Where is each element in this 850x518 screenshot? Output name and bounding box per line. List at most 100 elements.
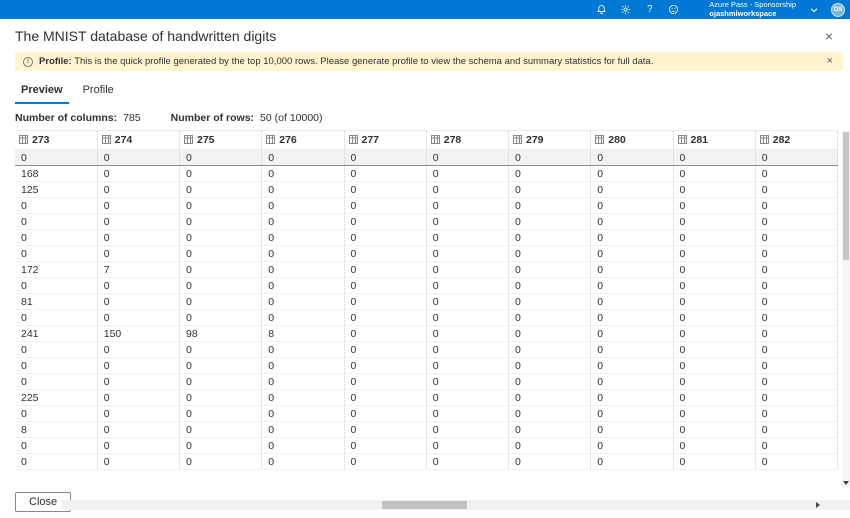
horizontal-scrollbar[interactable] [62,500,850,510]
panel-close-icon[interactable]: × [823,29,835,43]
table-cell: 0 [673,437,756,454]
table-cell: 0 [673,213,756,230]
table-cell: 0 [590,437,674,454]
table-cell: 0 [179,309,263,326]
table-cell: 0 [15,277,98,294]
table-cell: 0 [426,325,510,342]
tab-preview[interactable]: Preview [15,81,69,104]
table-row[interactable]: 0000000000 [15,437,839,454]
help-icon[interactable]: ? [643,3,656,16]
column-header[interactable]: 280 [590,130,674,150]
table-cell: 0 [590,213,674,230]
table-cell: 0 [755,181,839,198]
scroll-down-button[interactable] [842,478,850,488]
table-row[interactable]: 0000000000 [15,357,839,374]
table-cell: 0 [97,437,181,454]
column-header[interactable]: 276 [261,130,345,150]
column-header[interactable]: 278 [426,130,510,150]
topbar: ? Azure Pass - Sponsorship ojashmlworksp… [0,0,850,19]
chevron-down-icon[interactable] [807,3,820,16]
table-cell: 0 [673,149,756,166]
table-cell: 0 [590,149,674,166]
column-header[interactable]: 277 [344,130,427,150]
table-cell: 0 [97,181,181,198]
table-cell: 0 [261,245,345,262]
column-header[interactable]: 273 [15,130,98,150]
column-header-label: 282 [772,134,791,146]
table-row[interactable]: 168 0 0 0 0 0 0 0 0 0 [15,165,839,182]
table-cell: 0 [508,277,592,294]
table-row[interactable]: 0000000000 [15,453,839,470]
table-row[interactable]: 81 0 0 0 0 0 0 0 0 0 [15,293,839,310]
table-cell: 0 [344,405,427,422]
table-row[interactable]: 0000000000 [15,341,839,358]
column-header[interactable]: 275 [179,130,263,150]
table-cell: 0 [261,421,345,438]
table-row[interactable]: 0000000000 [15,309,839,326]
table-cell: 0 [344,181,427,198]
table-cell: 0 [344,149,427,166]
table-cell: 0 [97,213,181,230]
account-subscription[interactable]: Azure Pass - Sponsorship ojashmlworkspac… [709,0,796,18]
table-cell: 0 [508,309,592,326]
table-cell: 0 [344,197,427,214]
table-cell: 0 [261,437,345,454]
feedback-smiley-icon[interactable] [667,3,680,16]
table-cell: 0 [426,405,510,422]
table-cell: 0 [590,421,674,438]
table-cell: 0 [590,245,674,262]
table-cell: 0 [179,357,263,374]
table-cell: 0 [590,181,674,198]
table-row[interactable]: 8000000000 [15,421,839,438]
table-cell: 0 [508,437,592,454]
table-row[interactable]: 0000000000 [15,229,839,246]
avatar[interactable]: OS [831,2,845,17]
settings-gear-icon[interactable] [619,3,632,16]
table-row[interactable]: 0000000000 [15,373,839,390]
table-cell: 172 [15,261,98,278]
tab-profile[interactable]: Profile [77,81,120,104]
table-cell: 0 [590,389,674,406]
horizontal-scrollbar-thumb[interactable] [382,501,467,509]
column-header[interactable]: 282 [755,130,839,150]
table-cell: 0 [179,453,263,470]
table-cell: 0 [179,261,263,278]
table-row[interactable]: 0000000000 [15,213,839,230]
table-row[interactable]: 0000000000 [15,197,839,214]
table-cell: 150 [97,325,181,342]
table-row[interactable]: 125 0 0 0 0 0 0 0 0 0 [15,181,839,198]
table-cell: 8 [15,421,98,438]
table-cell: 0 [15,405,98,422]
table-cell: 0 [179,437,263,454]
table-row[interactable]: 0000000000 [15,149,839,166]
table-cell: 0 [426,437,510,454]
table-cell: 0 [15,437,98,454]
column-header-label: 281 [690,134,709,146]
notifications-icon[interactable] [595,3,608,16]
table-cell: 0 [755,229,839,246]
table-row[interactable]: 0000000000 [15,405,839,422]
table-cell: 0 [179,421,263,438]
table-row[interactable]: 241 150 98 8 0 0 0 0 0 0 [15,325,839,342]
page-title: The MNIST database of handwritten digits [15,28,277,44]
table-row[interactable]: 0000000000 [15,277,839,294]
table-row[interactable]: 225 0 0 0 0 0 0 0 0 0 [15,389,839,406]
table-cell: 0 [590,261,674,278]
column-header[interactable]: 279 [508,130,592,150]
column-header[interactable]: 281 [673,130,756,150]
banner-close-icon[interactable]: × [825,56,835,67]
table-cell: 0 [344,437,427,454]
table-cell: 225 [15,389,98,406]
table-cell: 0 [508,181,592,198]
scroll-right-button[interactable] [812,500,824,510]
vertical-scrollbar-thumb[interactable] [843,132,849,260]
column-header[interactable]: 274 [97,130,181,150]
table-cell: 0 [97,197,181,214]
rows-count-label: Number of rows: [170,112,255,124]
table-cell: 0 [673,357,756,374]
vertical-scrollbar[interactable] [842,130,850,488]
table-cell: 0 [261,389,345,406]
table-row[interactable]: 0000000000 [15,245,839,262]
table-cell: 0 [426,453,510,470]
table-row[interactable]: 172 7 0 0 0 0 0 0 0 0 [15,261,839,278]
